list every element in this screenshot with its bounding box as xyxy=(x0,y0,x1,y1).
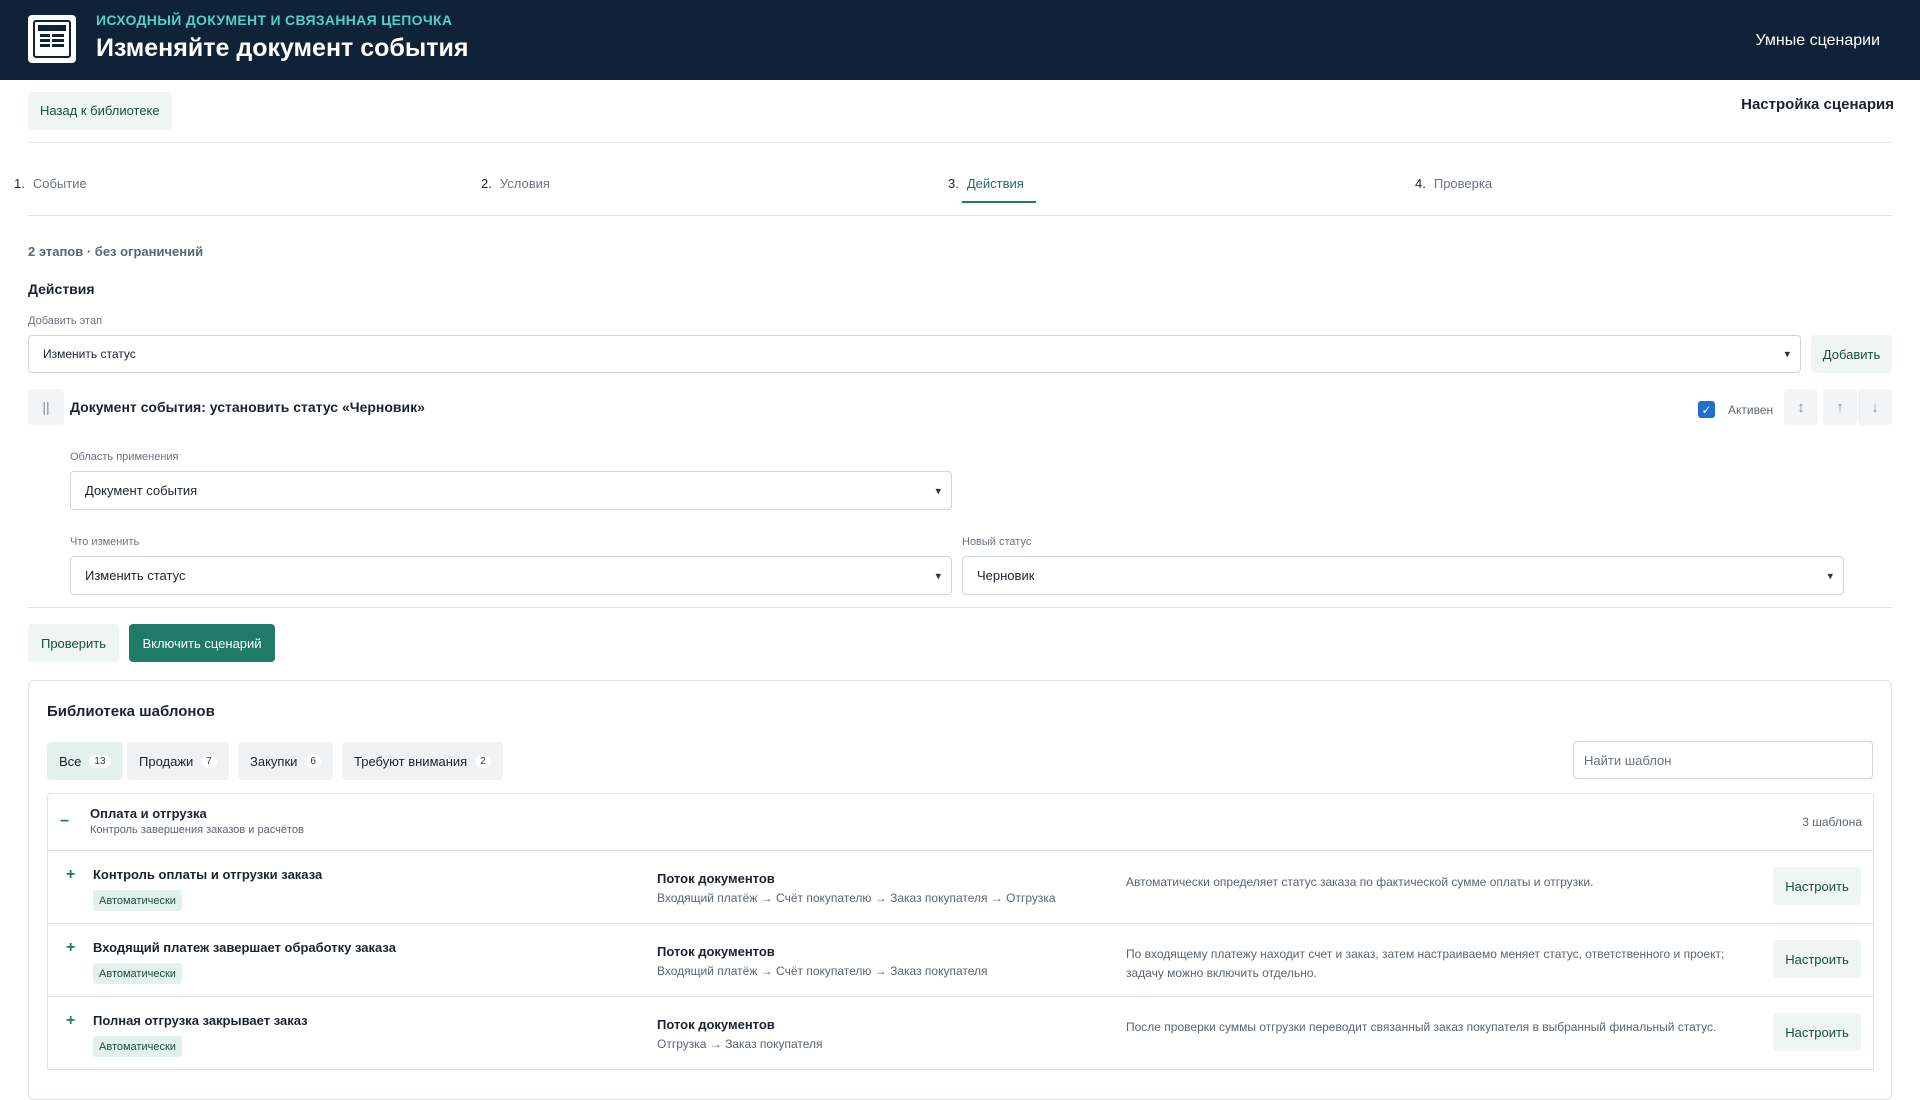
swap-icon[interactable]: ↕ xyxy=(1784,389,1818,425)
template-title: Полная отгрузка закрывает заказ xyxy=(93,1013,308,1028)
filter-sales[interactable]: Продажи 7 xyxy=(127,742,229,780)
step-number: 3. xyxy=(948,176,959,191)
move-up-icon[interactable]: ↑ xyxy=(1823,389,1857,425)
filter-count: 13 xyxy=(89,754,111,768)
smart-scenarios-link[interactable]: Умные сценарии xyxy=(1755,32,1880,50)
actions-heading: Действия xyxy=(28,281,95,297)
step-label: Условия xyxy=(499,176,550,191)
expand-icon[interactable]: + xyxy=(66,939,75,957)
select-value: Изменить статус xyxy=(85,568,186,583)
filter-label: Продажи xyxy=(139,753,194,769)
document-list-icon xyxy=(28,15,76,63)
template-row: + Контроль оплаты и отгрузки заказа Авто… xyxy=(47,851,1874,924)
what-to-change-select[interactable]: Изменить статус ▾ xyxy=(70,556,952,595)
back-to-library-button[interactable]: Назад к библиотеке xyxy=(28,92,172,130)
step-review[interactable]: 4. Проверка xyxy=(1415,176,1492,191)
collapse-icon[interactable]: − xyxy=(60,813,69,831)
step-label: Проверка xyxy=(1433,176,1493,191)
chevron-down-icon: ▾ xyxy=(935,570,941,582)
active-checkbox[interactable]: ✓ xyxy=(1698,401,1715,418)
template-row: + Полная отгрузка закрывает заказ Автома… xyxy=(47,997,1874,1070)
expand-icon[interactable]: + xyxy=(66,866,75,884)
divider xyxy=(28,215,1892,216)
move-down-icon[interactable]: ↓ xyxy=(1858,389,1892,425)
configure-button[interactable]: Настроить xyxy=(1773,867,1861,905)
configure-button[interactable]: Настроить xyxy=(1773,940,1861,978)
add-stage-select[interactable]: Изменить статус ▾ xyxy=(28,335,1801,373)
filter-needs-attention[interactable]: Требуют внимания 2 xyxy=(342,742,503,780)
step-label: Событие xyxy=(32,176,87,191)
select-value: Черновик xyxy=(977,568,1035,583)
group-count: 3 шаблона xyxy=(1802,815,1862,829)
add-stage-button[interactable]: Добавить xyxy=(1811,335,1892,373)
step-number: 4. xyxy=(1415,176,1426,191)
check-button[interactable]: Проверить xyxy=(28,624,119,662)
chevron-down-icon: ▾ xyxy=(1784,348,1790,361)
filter-label: Все xyxy=(59,753,82,769)
flow-chain: Отгрузка → Заказ покупателя xyxy=(657,1037,823,1051)
auto-badge: Автоматически xyxy=(93,890,182,911)
chevron-down-icon: ▾ xyxy=(935,485,941,497)
step-actions[interactable]: 3. Действия xyxy=(948,176,1024,191)
auto-badge: Автоматически xyxy=(93,1036,182,1057)
template-title: Входящий платеж завершает обработку зака… xyxy=(93,940,396,955)
configure-button[interactable]: Настроить xyxy=(1773,1013,1861,1051)
scenario-meta: 2 этапов · без ограничений xyxy=(28,244,204,259)
step-number: 2. xyxy=(481,176,492,191)
select-value: Изменить статус xyxy=(43,347,136,361)
group-title: Оплата и отгрузка xyxy=(90,806,207,821)
flow-heading: Поток документов xyxy=(657,1017,775,1032)
stage-title: Документ события: установить статус «Чер… xyxy=(70,399,425,415)
template-description: После проверки суммы отгрузки переводит … xyxy=(1126,1020,1717,1034)
flow-heading: Поток документов xyxy=(657,944,775,959)
expand-icon[interactable]: + xyxy=(66,1012,75,1030)
filter-count: 7 xyxy=(201,754,217,768)
enable-scenario-button[interactable]: Включить сценарий xyxy=(129,624,275,662)
template-row: + Входящий платеж завершает обработку за… xyxy=(47,924,1874,997)
scope-label: Область применения xyxy=(70,451,179,463)
step-label: Действия xyxy=(966,176,1024,191)
top-bar: ИСХОДНЫЙ ДОКУМЕНТ И СВЯЗАННАЯ ЦЕПОЧКА Из… xyxy=(0,0,1920,80)
template-title: Контроль оплаты и отгрузки заказа xyxy=(93,867,323,882)
step-conditions[interactable]: 2. Условия xyxy=(481,176,550,191)
filter-count: 6 xyxy=(305,754,321,768)
library-title: Библиотека шаблонов xyxy=(47,703,215,720)
filter-count: 2 xyxy=(475,754,491,768)
active-label: Активен xyxy=(1728,403,1774,417)
active-step-indicator xyxy=(962,201,1036,203)
step-event[interactable]: 1. Событие xyxy=(14,176,87,191)
setup-title: Настройка сценария xyxy=(1741,96,1894,113)
chevron-down-icon: ▾ xyxy=(1827,570,1833,582)
template-search-input[interactable]: Найти шаблон xyxy=(1573,741,1873,779)
scope-select[interactable]: Документ события ▾ xyxy=(70,471,952,510)
template-description: По входящему платежу находит счет и зака… xyxy=(1126,947,1725,980)
group-header[interactable] xyxy=(47,793,1874,851)
step-number: 1. xyxy=(14,176,25,191)
group-subtitle: Контроль завершения заказов и расчётов xyxy=(90,824,304,836)
new-status-label: Новый статус xyxy=(962,536,1032,548)
select-value: Документ события xyxy=(85,483,198,498)
what-to-change-label: Что изменить xyxy=(70,536,140,548)
page-title: Изменяйте документ события xyxy=(96,34,469,62)
auto-badge: Автоматически xyxy=(93,963,182,984)
flow-heading: Поток документов xyxy=(657,871,775,886)
filter-label: Закупки xyxy=(250,753,298,769)
filter-purchases[interactable]: Закупки 6 xyxy=(238,742,333,780)
header-eyebrow: ИСХОДНЫЙ ДОКУМЕНТ И СВЯЗАННАЯ ЦЕПОЧКА xyxy=(96,12,453,28)
add-stage-label: Добавить этап xyxy=(28,315,103,327)
divider xyxy=(28,142,1892,143)
flow-chain: Входящий платёж → Счёт покупателю → Зака… xyxy=(657,891,1056,905)
divider xyxy=(28,607,1892,608)
new-status-select[interactable]: Черновик ▾ xyxy=(962,556,1844,595)
drag-handle-icon[interactable]: || xyxy=(28,389,64,425)
template-description: Автоматически определяет статус заказа п… xyxy=(1126,875,1594,889)
flow-chain: Входящий платёж → Счёт покупателю → Зака… xyxy=(657,964,988,978)
filter-label: Требуют внимания xyxy=(354,753,468,769)
filter-all[interactable]: Все 13 xyxy=(47,742,123,780)
